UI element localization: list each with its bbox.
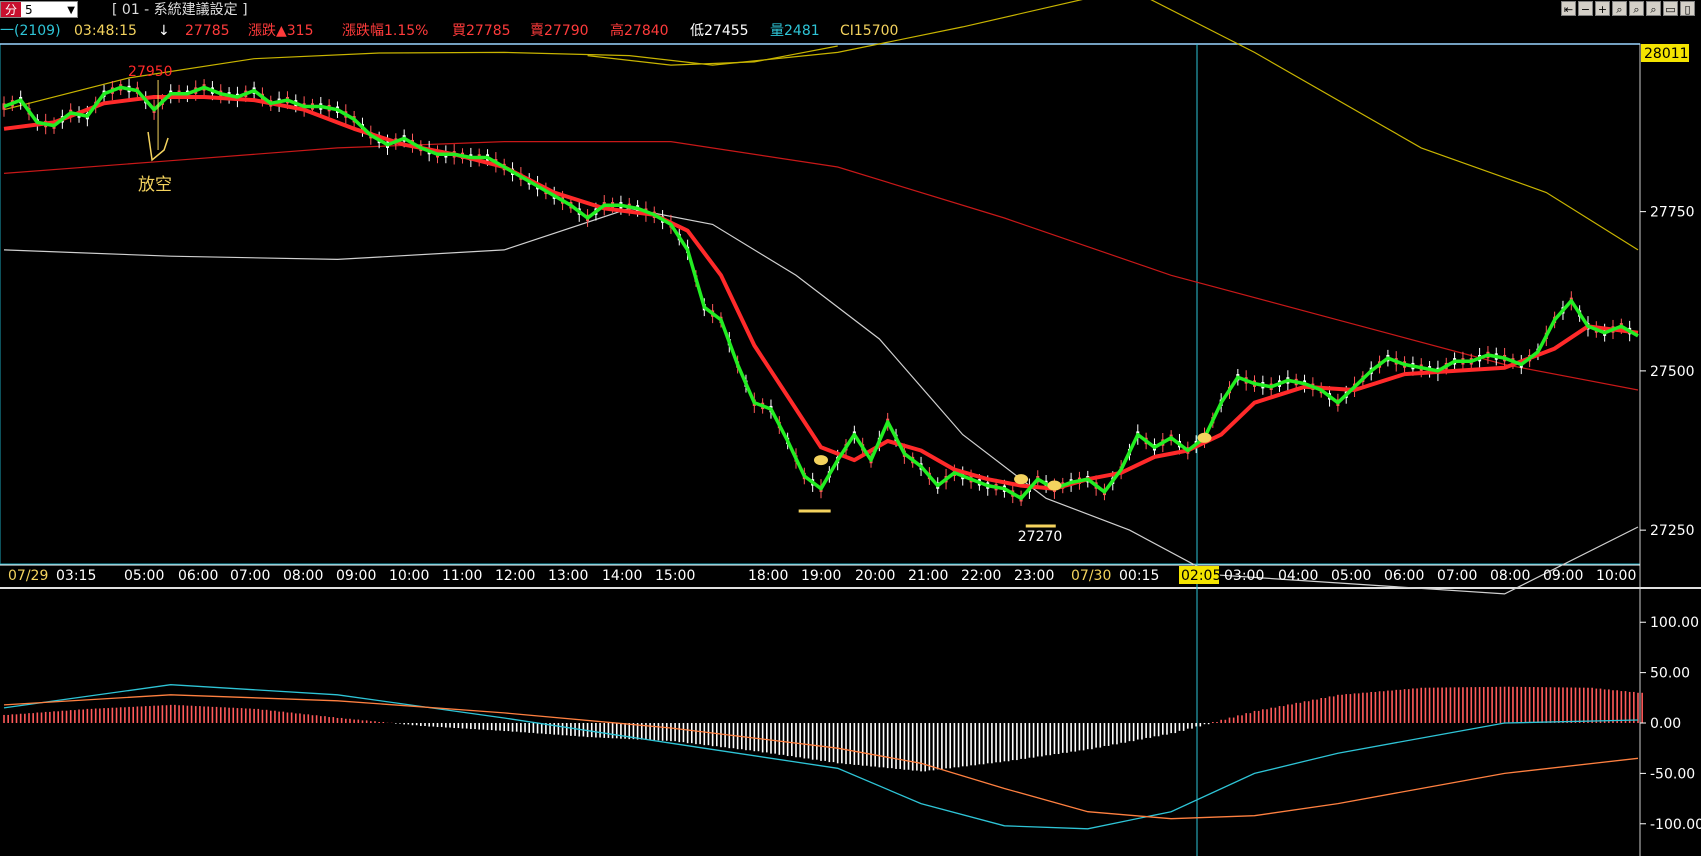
time-tick-label: 10:00 (389, 568, 429, 584)
time-tick-label: 21:00 (908, 568, 948, 584)
time-tick-label: 00:15 (1119, 568, 1159, 584)
chart-canvas[interactable]: 27750 27500 27250 28011 07/29 03:15 05:00 06:0… (0, 0, 1701, 856)
short-signal-text: 放空 (138, 175, 172, 195)
time-tick-label: 13:00 (548, 568, 588, 584)
signal-dot (814, 455, 828, 466)
time-tick-label: 14:00 (602, 568, 642, 584)
cursor-time-label: 02:05 (1181, 568, 1221, 584)
time-axis: 07/29 03:15 05:00 06:00 07:00 08:00 09:00 10:00… (8, 566, 1636, 584)
macd-tick-label: 0.00 (1650, 716, 1681, 732)
time-tick-label: 04:00 (1278, 568, 1318, 584)
time-tick-date: 07/29 (8, 568, 48, 584)
time-tick-label: 07:00 (1437, 568, 1477, 584)
time-tick-label: 05:00 (124, 568, 164, 584)
time-tick-label: 06:00 (178, 568, 218, 584)
time-tick-label: 15:00 (655, 568, 695, 584)
time-tick-label: 22:00 (961, 568, 1001, 584)
time-tick-label: 08:00 (1490, 568, 1530, 584)
time-tick-label: 11:00 (442, 568, 482, 584)
price-tick-label: 27750 (1650, 205, 1695, 221)
macd-tick-label: -50.00 (1650, 766, 1695, 782)
time-tick-label: 05:00 (1331, 568, 1371, 584)
time-tick-label: 09:00 (1543, 568, 1583, 584)
time-tick-date: 07/30 (1071, 568, 1111, 584)
macd-panel (3, 684, 1643, 830)
macd-tick-label: -100.00 (1650, 817, 1701, 833)
time-tick-label: 03:15 (56, 568, 96, 584)
time-tick-label: 06:00 (1384, 568, 1424, 584)
time-tick-label: 23:00 (1014, 568, 1054, 584)
time-tick-label: 10:00 (1596, 568, 1636, 584)
top-price-label: 28011 (1644, 46, 1689, 62)
signal-dot (1197, 432, 1212, 443)
time-tick-label: 20:00 (855, 568, 895, 584)
price-tick-label: 27250 (1650, 523, 1695, 539)
time-tick-label: 18:00 (748, 568, 788, 584)
time-tick-label: 03:00 (1224, 568, 1264, 584)
time-tick-label: 08:00 (283, 568, 323, 584)
signal-dot (1014, 474, 1029, 485)
macd-tick-label: 50.00 (1650, 666, 1690, 682)
time-tick-label: 12:00 (495, 568, 535, 584)
high-price-annotation: 27950 (128, 64, 173, 80)
low-price-annotation: 27270 (1018, 529, 1063, 545)
time-tick-label: 19:00 (801, 568, 841, 584)
time-tick-label: 09:00 (336, 568, 376, 584)
price-axis: 27750 27500 27250 28011 (1640, 44, 1695, 539)
time-tick-label: 07:00 (230, 568, 270, 584)
price-tick-label: 27500 (1650, 364, 1695, 380)
macd-tick-label: 100.00 (1650, 615, 1699, 631)
signal-dot (1047, 480, 1062, 491)
macd-axis: 100.00 50.00 0.00 -50.00 -100.00 (1640, 615, 1701, 833)
